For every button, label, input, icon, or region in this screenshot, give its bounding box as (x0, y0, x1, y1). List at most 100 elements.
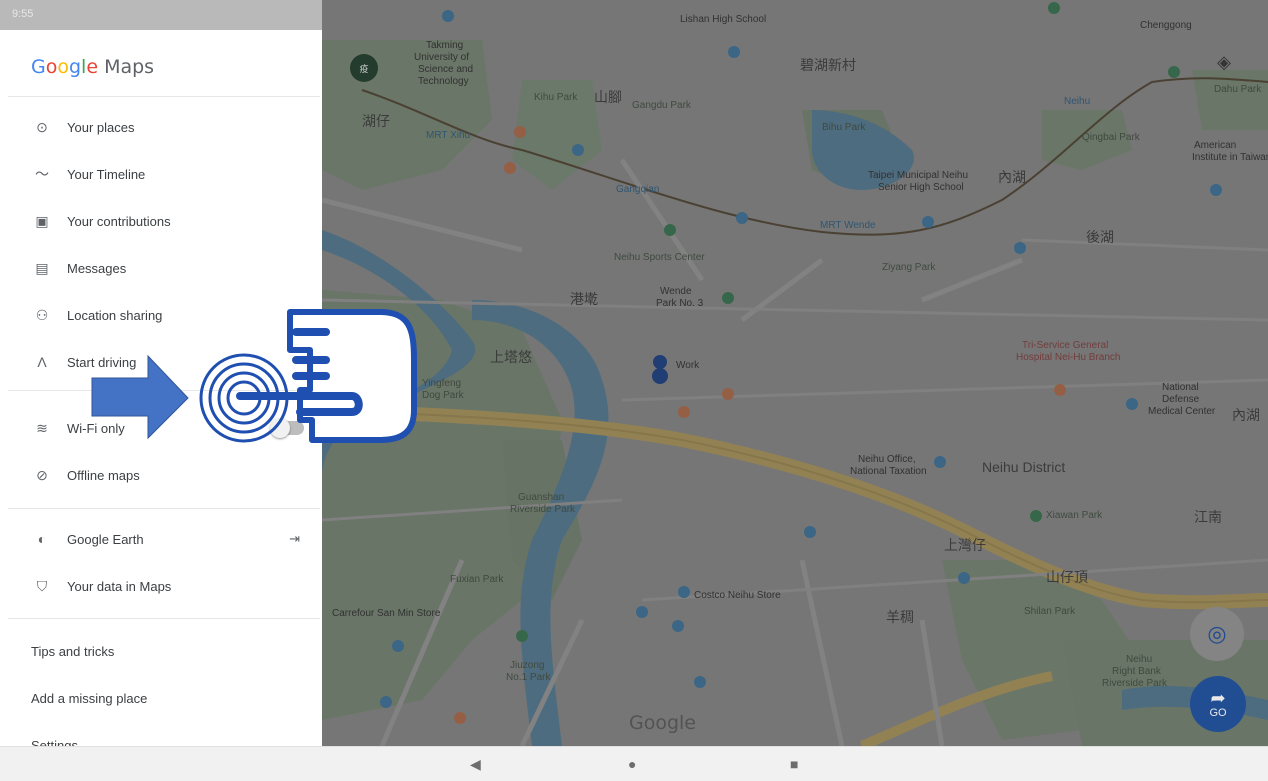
home-icon[interactable]: ● (628, 756, 636, 772)
map-place-label[interactable]: Riverside Park (1102, 678, 1167, 689)
map-place-label[interactable]: Xiawan Park (1046, 510, 1102, 521)
my-location-icon[interactable]: ◎ (1190, 607, 1244, 661)
map-place-label[interactable]: 山仔頂 (1046, 570, 1088, 584)
map-place-label[interactable]: Neihu (1064, 96, 1090, 107)
map-place-label[interactable]: Takming (426, 40, 463, 51)
menu-item-label: Your Timeline (67, 166, 146, 182)
map-place-label[interactable]: National (1162, 382, 1199, 393)
settings-item[interactable]: Settings (31, 738, 78, 746)
map-place-label[interactable]: American (1194, 140, 1236, 151)
menu-item-offline-maps[interactable]: ⊘ Offline maps (0, 455, 322, 495)
map-place-label[interactable]: Chenggong (1140, 20, 1192, 31)
menu-item-label: Offline maps (67, 467, 140, 483)
menu-item-messages[interactable]: ▤ Messages (0, 248, 322, 288)
map-place-label[interactable]: Costco Neihu Store (694, 590, 781, 601)
map-place-label[interactable]: MRT Xihu (426, 130, 470, 141)
map-avatar[interactable]: 疫 (350, 54, 378, 82)
menu-item-label: Wi-Fi only (67, 420, 125, 436)
map-place-label[interactable]: 後湖 (1086, 230, 1114, 244)
map-place-label[interactable]: Carrefour San Min Store (332, 608, 440, 619)
map-place-label[interactable]: Neihu Office, (858, 454, 916, 465)
menu-item-label: Location sharing (67, 307, 163, 323)
map-place-label[interactable]: Work (676, 360, 699, 371)
contributions-icon: ▣ (35, 212, 49, 229)
map-place-label[interactable]: Shilan Park (1024, 606, 1075, 617)
back-icon[interactable]: ◀ (470, 756, 481, 773)
driving-icon: Λ (37, 354, 47, 370)
location-pin-icon: ⊙ (36, 118, 48, 135)
map-place-label[interactable]: Right Bank (1112, 666, 1161, 677)
map-place-label[interactable]: Ziyang Park (882, 262, 935, 273)
menu-item-your-data[interactable]: ⛉ Your data in Maps (0, 566, 322, 606)
menu-item-label: Start driving (67, 354, 137, 370)
status-bar-left: 9:55 (0, 0, 322, 30)
map-place-label[interactable]: Fuxian Park (450, 574, 503, 585)
map-place-label[interactable]: 內湖 (998, 170, 1026, 184)
map-place-label[interactable]: No.1 Park (506, 672, 550, 683)
map-place-label[interactable]: University of (414, 52, 469, 63)
map-place-label[interactable]: Jiuzong (510, 660, 544, 671)
map-place-label[interactable]: Defense (1162, 394, 1199, 405)
map-place-label[interactable]: Guanshan (518, 492, 564, 503)
map-place-label[interactable]: Dog Park (422, 390, 464, 401)
map-view[interactable]: Lishan High School Takming University of Sc… (322, 0, 1268, 746)
map-place-label[interactable]: MRT Wende (820, 220, 876, 231)
menu-item-your-contributions[interactable]: ▣ Your contributions (0, 201, 322, 241)
tips-and-tricks-item[interactable]: Tips and tricks (31, 644, 114, 659)
map-place-label[interactable]: Kihu Park (534, 92, 577, 103)
map-place-label[interactable]: National Taxation (850, 466, 927, 477)
menu-item-wifi-only[interactable]: ≋ Wi-Fi only (0, 408, 322, 448)
map-place-label[interactable]: Yingfeng (422, 378, 461, 389)
map-place-label[interactable]: Park No. 3 (656, 298, 703, 309)
go-button[interactable]: ➦ GO (1190, 676, 1246, 732)
recents-icon[interactable]: ■ (790, 756, 798, 772)
map-place-label[interactable]: Gangqian (616, 184, 659, 195)
map-place-label[interactable]: Neihu (1126, 654, 1152, 665)
map-place-label[interactable]: Dahu Park (1214, 84, 1261, 95)
navigation-drawer: Google Maps ⊙ Your places 〜 Your Timeline ▣ Y… (0, 30, 322, 746)
map-place-label[interactable]: Tri-Service General (1022, 340, 1108, 351)
map-place-label[interactable]: Medical Center (1148, 406, 1215, 417)
map-place-label[interactable]: Hospital Nei-Hu Branch (1016, 352, 1121, 363)
menu-item-label: Messages (67, 260, 127, 276)
google-maps-logo: Google Maps (31, 56, 155, 78)
layers-icon[interactable]: ◈ (1204, 42, 1244, 82)
map-place-label[interactable]: 內湖 (1232, 408, 1260, 422)
map-place-label[interactable]: Riverside Park (510, 504, 575, 515)
divider (8, 390, 320, 391)
map-place-label[interactable]: 上灣仔 (944, 538, 986, 552)
map-place-label[interactable]: 上塔悠 (490, 350, 532, 364)
map-place-label[interactable]: Institute in Taiwan (1192, 152, 1268, 163)
map-place-label[interactable]: Neihu Sports Center (614, 252, 705, 263)
map-place-label[interactable]: Qingbai Park (1082, 132, 1140, 143)
map-place-label[interactable]: Gangdu Park (632, 100, 691, 111)
timeline-icon: 〜 (35, 166, 49, 182)
map-place-label[interactable]: 羊稠 (886, 610, 914, 624)
menu-item-your-timeline[interactable]: 〜 Your Timeline (0, 154, 322, 194)
map-place-label[interactable]: Bihu Park (822, 122, 865, 133)
map-place-label[interactable]: Science and (418, 64, 473, 75)
offline-icon: ⊘ (36, 466, 48, 483)
add-missing-place-item[interactable]: Add a missing place (31, 691, 147, 706)
menu-item-location-sharing[interactable]: ⚇ Location sharing (0, 295, 322, 335)
earth-icon: ◐ (37, 531, 47, 547)
android-nav-bar: ◀ ● ■ (0, 746, 1268, 781)
map-place-label[interactable]: 山腳 (594, 90, 622, 104)
map-place-label[interactable]: Taipei Municipal Neihu (868, 170, 968, 181)
map-place-label[interactable]: Wende (660, 286, 692, 297)
menu-item-your-places[interactable]: ⊙ Your places (0, 107, 322, 147)
map-place-label[interactable]: 江南 (1194, 510, 1222, 524)
divider (8, 618, 320, 619)
map-place-label[interactable]: 湖仔 (362, 114, 390, 128)
map-place-label[interactable]: 碧湖新村 (800, 58, 856, 72)
map-place-label[interactable]: Senior High School (878, 182, 964, 193)
map-place-label[interactable]: 港墘 (570, 292, 598, 306)
menu-item-google-earth[interactable]: ◐ Google Earth ⇥ (0, 519, 322, 559)
menu-item-start-driving[interactable]: Λ Start driving (0, 342, 322, 382)
wifi-only-toggle[interactable] (270, 418, 304, 438)
map-place-label[interactable]: Technology (418, 76, 469, 87)
map-canvas[interactable] (322, 0, 1268, 746)
map-place-label[interactable]: Neihu District (982, 460, 1065, 474)
status-time: 9:55 (12, 8, 34, 20)
map-place-label[interactable]: Lishan High School (680, 14, 766, 25)
